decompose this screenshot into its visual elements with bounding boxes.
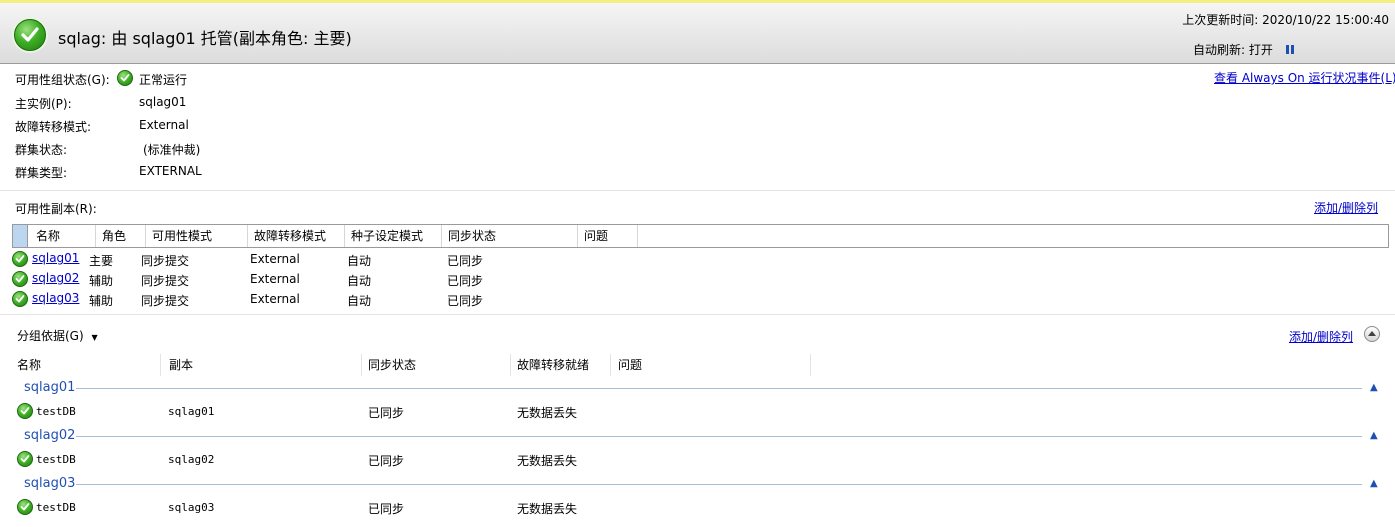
col-header-name[interactable]: 名称 xyxy=(28,225,96,247)
replica-ok-icon xyxy=(12,251,28,267)
replica-role: 主要 xyxy=(89,254,114,268)
collapse-group-icon[interactable]: ▲ xyxy=(1370,478,1378,489)
replica-availability-mode: 同步提交 xyxy=(141,274,190,288)
db-col-header-failover-ready[interactable]: 故障转移就绪 xyxy=(511,354,611,376)
ag-state-label: 可用性组状态(G): xyxy=(15,73,110,87)
replica-sync-state: 已同步 xyxy=(447,294,484,308)
replica-failover-mode: External xyxy=(250,252,300,266)
replica-sync-state: 已同步 xyxy=(447,254,484,268)
replicas-add-remove-columns-link[interactable]: 添加/删除列 xyxy=(1314,199,1378,216)
db-sync-state: 已同步 xyxy=(368,454,405,468)
db-col-header-name[interactable]: 名称 xyxy=(15,354,161,376)
group-by-dropdown[interactable]: 分组依据(G) ▼ xyxy=(17,327,98,344)
col-header-issues[interactable]: 问题 xyxy=(578,225,638,247)
col-header-availability-mode[interactable]: 可用性模式 xyxy=(146,225,248,247)
replica-name-link[interactable]: sqlag02 xyxy=(32,271,79,285)
replica-seeding-mode: 自动 xyxy=(347,294,372,308)
group-divider xyxy=(76,484,1362,485)
healthy-check-icon xyxy=(14,19,46,51)
section-divider xyxy=(0,190,1395,191)
replica-failover-mode: External xyxy=(250,292,300,306)
replica-availability-mode: 同步提交 xyxy=(141,294,190,308)
col-header-seeding-mode[interactable]: 种子设定模式 xyxy=(345,225,442,247)
failover-mode-label: 故障转移模式: xyxy=(15,120,92,134)
replica-role: 辅助 xyxy=(89,294,114,308)
replica-name-link[interactable]: sqlag03 xyxy=(32,291,79,305)
view-health-events-link[interactable]: 查看 Always On 运行状况事件(L) xyxy=(1214,69,1395,86)
pause-icon[interactable] xyxy=(1286,45,1294,54)
db-ok-icon xyxy=(17,403,33,419)
db-col-header-issues[interactable]: 问题 xyxy=(611,354,811,376)
dashboard-header: sqlag: 由 sqlag01 托管(副本角色: 主要) 上次更新时间: 20… xyxy=(0,3,1395,64)
replicas-label: 可用性副本(R): xyxy=(15,202,97,216)
primary-instance-value: sqlag01 xyxy=(139,95,187,109)
db-replica: sqlag01 xyxy=(168,405,215,418)
databases-add-remove-columns-link[interactable]: 添加/删除列 xyxy=(1289,328,1353,345)
replica-ok-icon xyxy=(12,291,28,307)
replica-failover-mode: External xyxy=(250,272,300,286)
replica-seeding-mode: 自动 xyxy=(347,254,372,268)
db-group-name: sqlag02 xyxy=(24,428,76,443)
db-name: testDB xyxy=(36,501,76,514)
db-replica: sqlag02 xyxy=(168,453,215,466)
table-corner xyxy=(13,225,28,247)
db-name: testDB xyxy=(36,405,76,418)
col-header-sync-state[interactable]: 同步状态 xyxy=(442,225,578,247)
col-header-failover-mode[interactable]: 故障转移模式 xyxy=(248,225,345,247)
group-divider xyxy=(76,436,1362,437)
ag-state-value: 正常运行 xyxy=(139,73,188,87)
collapse-group-icon[interactable]: ▲ xyxy=(1370,430,1378,441)
db-group-name: sqlag03 xyxy=(24,476,76,491)
db-failover-ready: 无数据丢失 xyxy=(517,502,578,516)
replicas-table-header: 名称 角色 可用性模式 故障转移模式 种子设定模式 同步状态 问题 xyxy=(12,224,1389,248)
db-replica: sqlag03 xyxy=(168,501,215,514)
db-col-header-sync-state[interactable]: 同步状态 xyxy=(362,354,511,376)
last-update-text: 上次更新时间: 2020/10/22 15:00:40 xyxy=(1182,13,1389,27)
db-name: testDB xyxy=(36,453,76,466)
db-failover-ready: 无数据丢失 xyxy=(517,406,578,420)
db-sync-state: 已同步 xyxy=(368,502,405,516)
cluster-type-label: 群集类型: xyxy=(15,166,68,180)
replica-ok-icon xyxy=(12,271,28,287)
auto-refresh-text: 自动刷新: 打开 xyxy=(1193,43,1273,57)
section-divider xyxy=(0,314,1395,315)
group-divider xyxy=(76,388,1362,389)
failover-mode-value: External xyxy=(139,118,189,132)
collapse-section-icon[interactable] xyxy=(1364,326,1380,342)
db-failover-ready: 无数据丢失 xyxy=(517,454,578,468)
replica-seeding-mode: 自动 xyxy=(347,274,372,288)
col-header-role[interactable]: 角色 xyxy=(96,225,146,247)
cluster-state-value: (标准仲裁) xyxy=(143,143,201,157)
db-sync-state: 已同步 xyxy=(368,406,405,420)
db-ok-icon xyxy=(17,451,33,467)
cluster-state-label: 群集状态: xyxy=(15,143,68,157)
replica-name-link[interactable]: sqlag01 xyxy=(32,251,79,265)
db-group-name: sqlag01 xyxy=(24,380,76,395)
dropdown-arrow-icon: ▼ xyxy=(91,333,98,342)
state-ok-icon xyxy=(117,70,133,86)
db-ok-icon xyxy=(17,499,33,515)
cluster-type-value: EXTERNAL xyxy=(139,164,202,178)
page-title: sqlag: 由 sqlag01 托管(副本角色: 主要) xyxy=(58,29,352,48)
group-by-label: 分组依据(G) xyxy=(17,329,84,343)
db-col-header-replica[interactable]: 副本 xyxy=(161,354,362,376)
replica-availability-mode: 同步提交 xyxy=(141,254,190,268)
replica-role: 辅助 xyxy=(89,274,114,288)
collapse-group-icon[interactable]: ▲ xyxy=(1370,382,1378,393)
primary-instance-label: 主实例(P): xyxy=(15,97,72,111)
replica-sync-state: 已同步 xyxy=(447,274,484,288)
